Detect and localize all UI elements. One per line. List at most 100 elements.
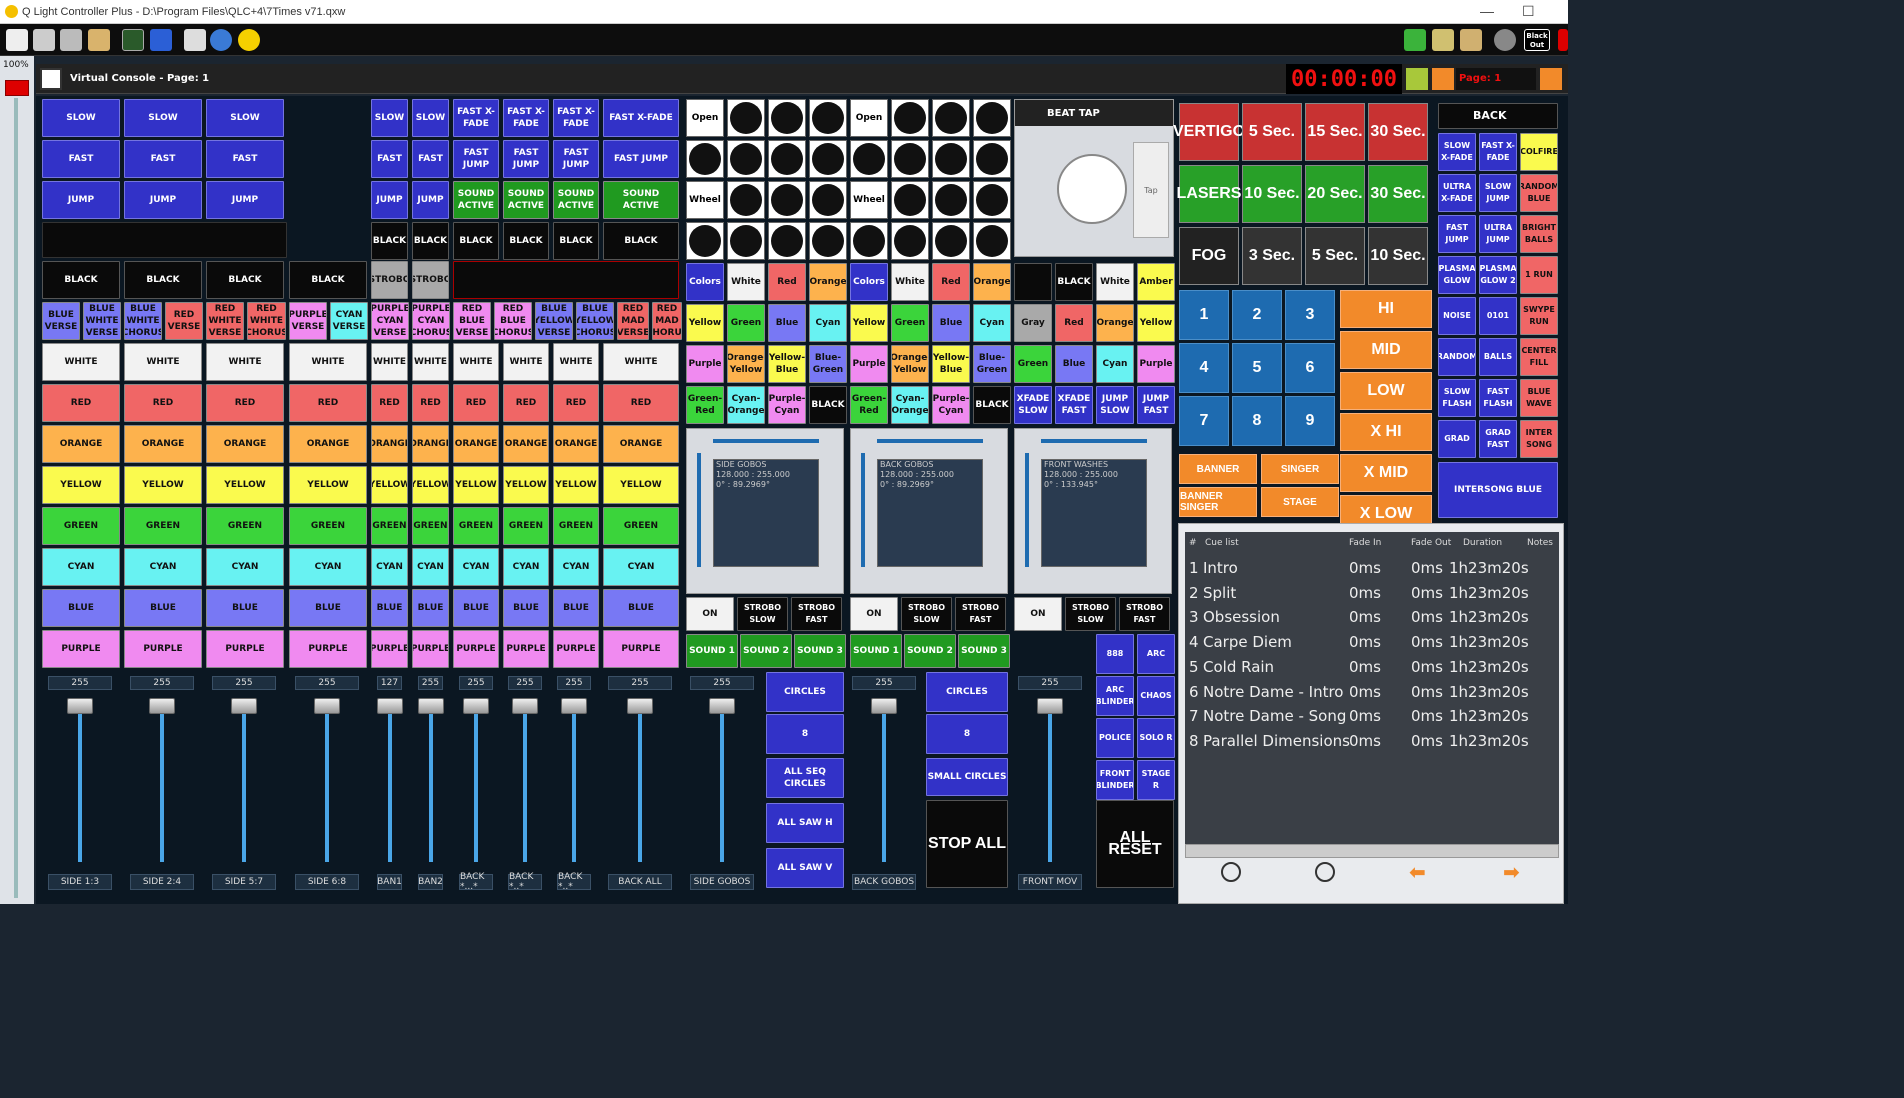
blue-button[interactable]: BLUE xyxy=(124,589,202,627)
gobo-icon[interactable]: Open xyxy=(686,99,724,137)
yellow-button[interactable]: YELLOW xyxy=(603,466,679,504)
effect-button[interactable]: INTER SONG xyxy=(1520,420,1558,458)
numpad-button[interactable]: 9 xyxy=(1285,396,1335,446)
color-preset-button[interactable]: White xyxy=(891,263,929,301)
level-button[interactable]: X MID xyxy=(1340,454,1432,492)
red-button[interactable]: RED xyxy=(124,384,202,422)
yellow-button[interactable]: YELLOW xyxy=(289,466,367,504)
fader[interactable]: 255 SIDE 2:4 xyxy=(130,676,194,890)
xy-pad[interactable]: BACK GOBOS 128.000 : 255.000 0° : 89.2969° xyxy=(850,428,1008,594)
white-button[interactable]: WHITE xyxy=(453,343,499,381)
pan-range-slider[interactable] xyxy=(713,439,819,443)
red-button[interactable]: RED xyxy=(503,384,549,422)
speed-button[interactable]: JUMP xyxy=(124,181,202,219)
stage-button[interactable]: SINGER xyxy=(1261,454,1339,484)
speed-button[interactable]: SLOW xyxy=(124,99,202,137)
fader-knob[interactable] xyxy=(376,698,403,714)
fader[interactable]: 127 BAN1 xyxy=(376,676,403,890)
color-preset-button[interactable]: Cyan xyxy=(1096,345,1134,383)
color-preset-button[interactable]: JUMP FAST xyxy=(1137,386,1175,424)
cyan-button[interactable]: CYAN xyxy=(42,548,120,586)
verse-button[interactable]: BLUE VERSE xyxy=(42,302,80,340)
fader[interactable]: 255 BAN2 xyxy=(417,676,444,890)
effect-button[interactable]: BLUE WAVE xyxy=(1520,379,1558,417)
speed-button[interactable]: JUMP xyxy=(42,181,120,219)
gobo-icon[interactable] xyxy=(768,99,806,137)
grid2-button[interactable]: FAST JUMP xyxy=(553,140,599,178)
effect-button[interactable]: FAST JUMP xyxy=(1438,215,1476,253)
effect-button[interactable]: 0101 xyxy=(1479,297,1517,335)
gobo-icon[interactable] xyxy=(768,181,806,219)
color-preset-button[interactable]: Orange xyxy=(973,263,1011,301)
red-button[interactable]: RED xyxy=(206,384,284,422)
color-preset-button[interactable]: Green-Red xyxy=(850,386,888,424)
strobe-on-button[interactable]: ON xyxy=(1014,597,1062,631)
xy-pad[interactable]: FRONT WASHES 128.000 : 255.000 0° : 133.94… xyxy=(1014,428,1172,594)
cyan-button[interactable]: CYAN xyxy=(603,548,679,586)
white-button[interactable]: WHITE xyxy=(412,343,449,381)
color-preset-button[interactable]: Green-Red xyxy=(686,386,724,424)
stop-all-button[interactable]: STOP ALL xyxy=(926,800,1008,888)
grid2-button[interactable]: SOUND ACTIVE xyxy=(503,181,549,219)
fader[interactable]: 255 SIDE GOBOS xyxy=(690,676,754,890)
speed-preset-button[interactable]: 10 Sec. xyxy=(1368,227,1428,285)
effect-button[interactable]: FAST FLASH xyxy=(1479,379,1517,417)
fader-knob[interactable] xyxy=(627,698,653,714)
sound-button[interactable]: SOUND 2 xyxy=(904,634,956,668)
gobo-icon[interactable] xyxy=(932,222,970,260)
grid2-button[interactable]: FAST X-FADE xyxy=(603,99,679,137)
color-preset-button[interactable]: BLACK xyxy=(809,386,847,424)
circle-effect-button[interactable]: ALL SAW H xyxy=(766,803,844,843)
yellow-button[interactable]: YELLOW xyxy=(453,466,499,504)
verse-button[interactable]: BLUE YELLOW CHORUS xyxy=(576,302,614,340)
green-button[interactable]: GREEN xyxy=(206,507,284,545)
orange-button[interactable]: ORANGE xyxy=(124,425,202,463)
green-button[interactable]: GREEN xyxy=(289,507,367,545)
cyan-button[interactable]: CYAN xyxy=(371,548,408,586)
strobe-slow-button[interactable]: STROBO SLOW xyxy=(1065,597,1116,631)
grid2-button[interactable]: SOUND ACTIVE xyxy=(553,181,599,219)
gobo-icon[interactable]: Open xyxy=(850,99,888,137)
black-button[interactable]: BLACK xyxy=(206,261,284,299)
circle-effect-button[interactable]: 8 xyxy=(766,714,844,754)
gobo-icon[interactable] xyxy=(686,222,724,260)
strobe-fast-button[interactable]: STROBO FAST xyxy=(955,597,1006,631)
gobo-icon[interactable] xyxy=(727,181,765,219)
fx-button[interactable]: POLICE xyxy=(1096,718,1134,758)
play-icon[interactable] xyxy=(1221,862,1241,882)
white-button[interactable]: WHITE xyxy=(503,343,549,381)
gobo-icon[interactable] xyxy=(768,222,806,260)
grid2-button[interactable]: SOUND ACTIVE xyxy=(453,181,499,219)
red-button[interactable]: RED xyxy=(412,384,449,422)
cyan-button[interactable]: CYAN xyxy=(553,548,599,586)
strobe-on-button[interactable]: ON xyxy=(686,597,734,631)
color-preset-button[interactable]: Yellow xyxy=(1137,304,1175,342)
verse-button[interactable]: RED BLUE VERSE xyxy=(453,302,491,340)
purple-button[interactable]: PURPLE xyxy=(453,630,499,668)
red-button[interactable]: RED xyxy=(289,384,367,422)
red-button[interactable]: RED xyxy=(42,384,120,422)
color-preset-button[interactable]: Orange-Yellow xyxy=(727,345,765,383)
black-button[interactable]: BLACK xyxy=(124,261,202,299)
grid2-button[interactable]: FAST xyxy=(371,140,408,178)
fx-button[interactable]: SOLO R xyxy=(1137,718,1175,758)
gobo-icon[interactable] xyxy=(973,99,1011,137)
fx-button[interactable]: STAGE R xyxy=(1137,760,1175,800)
color-preset-button[interactable]: Orange-Yellow xyxy=(891,345,929,383)
blue-button[interactable]: BLUE xyxy=(42,589,120,627)
color-preset-button[interactable]: XFADE SLOW xyxy=(1014,386,1052,424)
fader-knob[interactable] xyxy=(871,698,897,714)
cue-row[interactable]: 4 Carpe Diem 0ms 0ms 1h23m20s xyxy=(1185,630,1559,654)
speed-button[interactable]: SLOW xyxy=(42,99,120,137)
green-button[interactable]: GREEN xyxy=(453,507,499,545)
speed-preset-button[interactable]: 3 Sec. xyxy=(1242,227,1302,285)
gobo-icon[interactable] xyxy=(932,181,970,219)
verse-button[interactable]: RED WHITE VERSE xyxy=(206,302,244,340)
color-preset-button[interactable]: Green xyxy=(1014,345,1052,383)
purple-button[interactable]: PURPLE xyxy=(412,630,449,668)
grid2-button[interactable]: FAST X-FADE xyxy=(503,99,549,137)
speed-preset-button[interactable]: 5 Sec. xyxy=(1305,227,1365,285)
cue-row[interactable]: 5 Cold Rain 0ms 0ms 1h23m20s xyxy=(1185,655,1559,679)
stage-button[interactable]: BANNER SINGER xyxy=(1179,487,1257,517)
fader[interactable]: 255 FRONT MOV xyxy=(1018,676,1082,890)
